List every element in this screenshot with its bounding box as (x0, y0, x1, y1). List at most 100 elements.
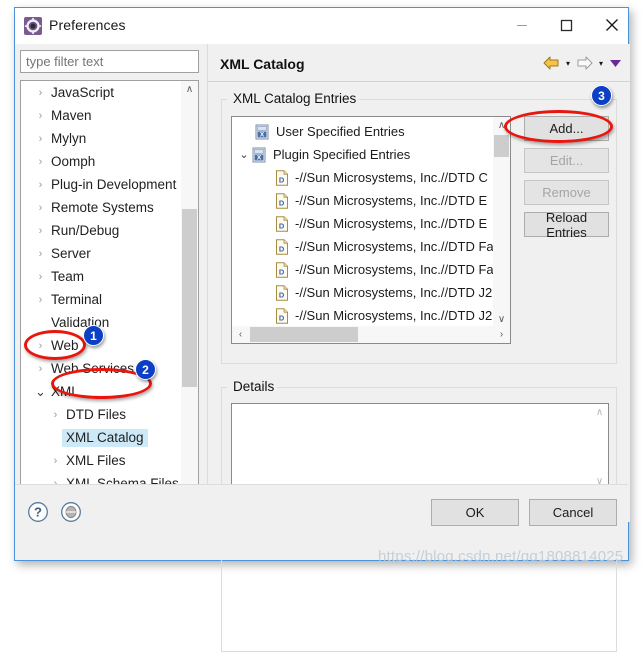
sidebar-item-remote-systems[interactable]: › Remote Systems (21, 196, 181, 219)
sidebar-item-label: XML Catalog (62, 428, 148, 447)
remove-button[interactable]: Remove (524, 180, 609, 205)
minimize-button[interactable] (499, 8, 544, 42)
catalog-entry-row[interactable]: D -//Sun Microsystems, Inc.//DTD Fa (232, 258, 494, 281)
ok-button[interactable]: OK (431, 499, 519, 526)
chevron-right-icon[interactable]: › (49, 409, 62, 421)
sidebar-item-label: Plug-in Development (51, 177, 177, 192)
scrollbar-thumb[interactable] (494, 135, 509, 157)
sidebar-item-team[interactable]: › Team (21, 265, 181, 288)
catalog-entry-row[interactable]: D -//Sun Microsystems, Inc.//DTD J2 (232, 304, 494, 327)
sidebar-item-server[interactable]: › Server (21, 242, 181, 265)
restore-defaults-icon[interactable] (60, 501, 82, 528)
catalog-entry-row[interactable]: D -//Sun Microsystems, Inc.//DTD E (232, 189, 494, 212)
sidebar-item-dtd-files[interactable]: › DTD Files (21, 403, 181, 426)
sidebar-item-javascript[interactable]: › JavaScript (21, 81, 181, 104)
chevron-right-icon[interactable]: › (49, 455, 62, 467)
chevron-right-icon[interactable]: › (34, 294, 47, 306)
add-button[interactable]: Add... (524, 116, 609, 141)
dtd-file-icon: D (275, 284, 289, 301)
svg-text:?: ? (34, 505, 42, 520)
chevron-right-icon[interactable]: › (34, 340, 47, 352)
close-button[interactable] (589, 8, 634, 42)
dtd-file-icon: D (275, 261, 289, 278)
svg-text:D: D (279, 175, 285, 184)
cancel-button[interactable]: Cancel (529, 499, 617, 526)
sidebar-item-web-services[interactable]: › Web Services (21, 357, 181, 380)
catalog-entry-label: -//Sun Microsystems, Inc.//DTD Fa (295, 262, 494, 277)
scroll-right-icon[interactable]: › (493, 326, 510, 343)
scroll-up-icon[interactable]: ∧ (181, 81, 198, 98)
forward-history-caret-icon[interactable]: ▾ (595, 59, 607, 68)
chevron-right-icon[interactable]: › (34, 179, 47, 191)
sidebar-item-web[interactable]: › Web (21, 334, 181, 357)
sidebar-item-mylyn[interactable]: › Mylyn (21, 127, 181, 150)
sidebar-item-terminal[interactable]: › Terminal (21, 288, 181, 311)
group-label: Details (230, 379, 278, 394)
sidebar-item-run-debug[interactable]: › Run/Debug (21, 219, 181, 242)
catalog-entry-row[interactable]: ⌄ X Plugin Specified Entries (232, 143, 494, 166)
catalog-entry-row[interactable]: D -//Sun Microsystems, Inc.//DTD E (232, 212, 494, 235)
page-title: XML Catalog (220, 56, 305, 72)
chevron-right-icon[interactable]: › (34, 202, 47, 214)
chevron-right-icon[interactable]: › (34, 271, 47, 283)
sidebar-item-plug-in-development[interactable]: › Plug-in Development (21, 173, 181, 196)
filter-input[interactable] (20, 50, 199, 73)
dtd-file-icon: D (275, 307, 289, 324)
details-vertical-scrollbar[interactable]: ∧ ∨ (591, 404, 608, 490)
sidebar-item-xml-files[interactable]: › XML Files (21, 449, 181, 472)
maximize-button[interactable] (544, 8, 589, 42)
chevron-down-icon[interactable]: ⌄ (34, 385, 47, 398)
sidebar-item-validation[interactable]: Validation (21, 311, 181, 334)
preferences-tree[interactable]: › JavaScript › Maven › Mylyn › Oomph › Plug-in De… (20, 80, 199, 516)
title-divider (208, 81, 630, 82)
sidebar-item-label: JavaScript (51, 85, 115, 100)
catalog-entries-list[interactable]: X User Specified Entries ⌄ X Plugin Specifie… (231, 116, 511, 344)
reload-entries-button[interactable]: Reload Entries (524, 210, 609, 240)
sidebar-item-label: Run/Debug (51, 223, 120, 238)
title-bar: Preferences (15, 8, 628, 44)
chevron-right-icon[interactable]: › (34, 225, 47, 237)
catalog-entry-row[interactable]: D -//Sun Microsystems, Inc.//DTD J2 (232, 281, 494, 304)
chevron-right-icon[interactable]: › (34, 248, 47, 260)
back-history-caret-icon[interactable]: ▾ (562, 59, 574, 68)
dtd-file-icon: D (275, 169, 289, 186)
chevron-right-icon[interactable]: › (34, 110, 47, 122)
forward-arrow-icon[interactable] (576, 56, 593, 70)
sidebar-item-xml-catalog[interactable]: XML Catalog (21, 426, 181, 449)
details-content (232, 404, 608, 412)
svg-text:X: X (257, 154, 262, 161)
help-question-icon[interactable]: ? (27, 501, 49, 528)
page-menu-caret-icon[interactable] (609, 58, 622, 68)
dtd-file-icon: D (275, 238, 289, 255)
catalog-entry-label: -//Sun Microsystems, Inc.//DTD J2 (295, 308, 493, 323)
scroll-up-icon[interactable]: ∧ (493, 117, 510, 134)
sidebar-item-label: Server (51, 246, 91, 261)
scroll-left-icon[interactable]: ‹ (232, 326, 249, 343)
chevron-right-icon[interactable]: › (34, 87, 47, 99)
catalog-vertical-scrollbar[interactable]: ∧ ∨ (493, 117, 510, 328)
chevron-right-icon[interactable]: › (34, 133, 47, 145)
chevron-down-icon[interactable]: ⌄ (237, 149, 251, 160)
scrollbar-thumb[interactable] (250, 327, 358, 342)
catalog-entry-row[interactable]: X User Specified Entries (232, 120, 494, 143)
sidebar-vertical-scrollbar[interactable]: ∧ ∨ (181, 81, 198, 496)
preferences-sidebar: › JavaScript › Maven › Mylyn › Oomph › Plug-in De… (20, 50, 202, 516)
back-arrow-icon[interactable] (543, 56, 560, 70)
scroll-up-icon[interactable]: ∧ (591, 404, 608, 421)
sidebar-item-label: Web (51, 338, 79, 353)
sidebar-item-xml[interactable]: ⌄ XML (21, 380, 181, 403)
edit-button[interactable]: Edit... (524, 148, 609, 173)
chevron-right-icon[interactable]: › (34, 156, 47, 168)
scrollbar-thumb[interactable] (182, 209, 197, 387)
sidebar-item-label: Mylyn (51, 131, 87, 146)
catalog-entry-row[interactable]: D -//Sun Microsystems, Inc.//DTD Fa (232, 235, 494, 258)
catalog-horizontal-scrollbar[interactable]: ‹ › (232, 326, 510, 343)
svg-text:D: D (279, 221, 285, 230)
catalog-entry-label: -//Sun Microsystems, Inc.//DTD E (295, 216, 488, 231)
sidebar-item-label: Oomph (51, 154, 96, 169)
xml-catalog-entries-group: XML Catalog Entries X User Specified Entr… (221, 91, 617, 364)
sidebar-item-maven[interactable]: › Maven (21, 104, 181, 127)
sidebar-item-oomph[interactable]: › Oomph (21, 150, 181, 173)
catalog-entry-row[interactable]: D -//Sun Microsystems, Inc.//DTD C (232, 166, 494, 189)
chevron-right-icon[interactable]: › (34, 363, 47, 375)
